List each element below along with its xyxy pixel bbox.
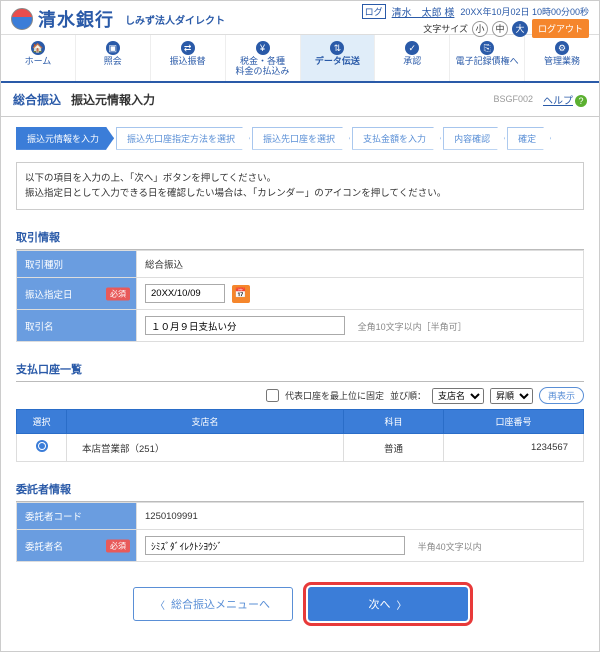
name-hint: 全角10文字以内［半角可］ [358, 322, 467, 332]
chevron-right-icon: 〉 [397, 597, 407, 612]
nav-item-5[interactable]: ✓ 承認 [375, 35, 450, 81]
account-radio[interactable] [36, 440, 48, 452]
client-table: 委託者コード 1250109991 委託者名 必須 半角40文字以内 [16, 502, 584, 562]
nav-item-0[interactable]: 🏠 ホーム [1, 35, 76, 81]
page-title: 振込元情報入力 [71, 91, 155, 108]
bank-name: 清水銀行 [38, 6, 114, 32]
list-controls: 代表口座を最上位に固定 並び順： 支店名 昇順 再表示 [16, 382, 584, 409]
nav-icon: ▣ [106, 41, 120, 55]
nav-item-6[interactable]: ⎘ 電子記録債権へ [450, 35, 525, 81]
type-label: 取引種別 [17, 251, 137, 278]
required-badge: 必須 [106, 539, 130, 552]
nav-label: 税金・各種料金の払込み [228, 57, 298, 77]
back-button[interactable]: 〈 総合振込メニューへ [133, 587, 293, 621]
calendar-icon[interactable]: 📅 [232, 285, 250, 303]
client-code-label: 委託者コード [17, 503, 137, 530]
col-type: 科目 [344, 410, 444, 434]
section-title-account: 支払口座一覧 [16, 357, 584, 382]
nav-icon: ⚙ [555, 41, 569, 55]
transaction-name-input[interactable] [145, 316, 345, 335]
step-4: 内容確認 [443, 127, 505, 150]
nav-label: 振込振替 [153, 57, 223, 67]
table-row: 本店営業部（251） 普通 1234567 [17, 434, 584, 462]
client-code-value: 1250109991 [137, 503, 584, 530]
nav-item-1[interactable]: ▣ 照会 [76, 35, 151, 81]
reload-button[interactable]: 再表示 [539, 387, 584, 404]
screen-code: BSGF002 [493, 94, 533, 104]
font-large-button[interactable]: 大 [512, 21, 528, 37]
next-button[interactable]: 次へ 〉 [308, 587, 468, 621]
step-1: 振込先口座指定方法を選択 [116, 127, 250, 150]
button-row: 〈 総合振込メニューへ 次へ 〉 [16, 587, 584, 621]
nav-icon: ✓ [405, 41, 419, 55]
order-select[interactable]: 昇順 [490, 388, 533, 404]
user-info: ログ 清水 太郎 様 20XX年10月02日 10時00分00秒 [362, 4, 589, 19]
transaction-table: 取引種別 総合振込 振込指定日 必須 📅 取引名 全角10文字以内［半角可］ [16, 250, 584, 342]
type-value: 総合振込 [137, 251, 584, 278]
client-name-hint: 半角40文字以内 [418, 542, 482, 552]
font-small-button[interactable]: 小 [472, 21, 488, 37]
main-nav: 🏠 ホーム ▣ 照会 ⇄ 振込振替 ¥ 税金・各種料金の払込み ⇅ データ伝送 ✓ 承認 ⎘ 電子記録債権… [1, 34, 599, 83]
nav-item-2[interactable]: ⇄ 振込振替 [151, 35, 226, 81]
font-medium-button[interactable]: 中 [492, 21, 508, 37]
name-label: 取引名 [17, 310, 137, 342]
nav-item-4[interactable]: ⇅ データ伝送 [301, 35, 376, 81]
col-select: 選択 [17, 410, 67, 434]
nav-label: 承認 [377, 57, 447, 67]
logo-icon [11, 8, 33, 30]
logo: 清水銀行 しみず法人ダイレクト [11, 6, 225, 32]
client-name-label: 委託者名 必須 [17, 530, 137, 562]
nav-icon: 🏠 [31, 41, 45, 55]
step-3: 支払金額を入力 [352, 127, 441, 150]
sort-label: 並び順： [390, 389, 426, 402]
nav-icon: ⇅ [330, 41, 344, 55]
font-size-label: 文字サイズ [423, 22, 468, 35]
nav-label: 電子記録債権へ [452, 57, 522, 67]
step-0: 振込元情報を入力 [16, 127, 114, 150]
chevron-left-icon: 〈 [155, 597, 165, 612]
nav-label: 照会 [78, 57, 148, 67]
type-cell: 普通 [344, 434, 444, 462]
step-2: 振込先口座を選択 [252, 127, 350, 150]
help-link[interactable]: ヘルプ? [543, 92, 587, 107]
category: 総合振込 [13, 91, 61, 108]
client-name-input[interactable] [145, 536, 405, 555]
help-icon: ? [575, 95, 587, 107]
col-number: 口座番号 [444, 410, 584, 434]
step-indicator: 振込元情報を入力振込先口座指定方法を選択振込先口座を選択支払金額を入力内容確認確… [16, 127, 584, 150]
intro-box: 以下の項目を入力の上、「次へ」ボタンを押してください。 振込指定日として入力でき… [16, 162, 584, 210]
number-cell: 1234567 [444, 434, 584, 462]
nav-label: 管理業務 [527, 57, 597, 67]
nav-icon: ⇄ [181, 41, 195, 55]
datetime: 20XX年10月02日 10時00分00秒 [460, 5, 589, 18]
nav-icon: ⎘ [480, 41, 494, 55]
user-badge: ログ [362, 4, 386, 19]
nav-icon: ¥ [256, 41, 270, 55]
service-name: しみず法人ダイレクト [125, 12, 225, 27]
required-badge: 必須 [106, 287, 130, 300]
branch-cell: 本店営業部（251） [67, 434, 344, 462]
section-title-transaction: 取引情報 [16, 225, 584, 250]
user-name-link[interactable]: 清水 太郎 様 [392, 4, 455, 19]
date-input[interactable] [145, 284, 225, 303]
nav-label: ホーム [3, 57, 73, 67]
title-bar: 総合振込 振込元情報入力 BSGF002 ヘルプ? [1, 83, 599, 117]
header: 清水銀行 しみず法人ダイレクト ログ 清水 太郎 様 20XX年10月02日 1… [1, 1, 599, 34]
intro-line: 振込指定日として入力できる日を確認したい場合は、「カレンダー」のアイコンを押して… [25, 186, 575, 201]
step-5: 確定 [507, 127, 551, 150]
nav-label: データ伝送 [303, 57, 373, 67]
nav-item-3[interactable]: ¥ 税金・各種料金の払込み [226, 35, 301, 81]
col-branch: 支店名 [67, 410, 344, 434]
nav-item-7[interactable]: ⚙ 管理業務 [525, 35, 599, 81]
account-table: 選択 支店名 科目 口座番号 本店営業部（251） 普通 1234567 [16, 409, 584, 462]
font-size-control: 文字サイズ 小 中 大 ログアウト [423, 19, 589, 38]
sort-select[interactable]: 支店名 [432, 388, 484, 404]
section-title-client: 委託者情報 [16, 477, 584, 502]
logout-button[interactable]: ログアウト [532, 19, 589, 38]
date-label: 振込指定日 必須 [17, 278, 137, 310]
fix-checkbox[interactable] [266, 389, 279, 402]
intro-line: 以下の項目を入力の上、「次へ」ボタンを押してください。 [25, 171, 575, 186]
fix-label: 代表口座を最上位に固定 [285, 389, 384, 402]
